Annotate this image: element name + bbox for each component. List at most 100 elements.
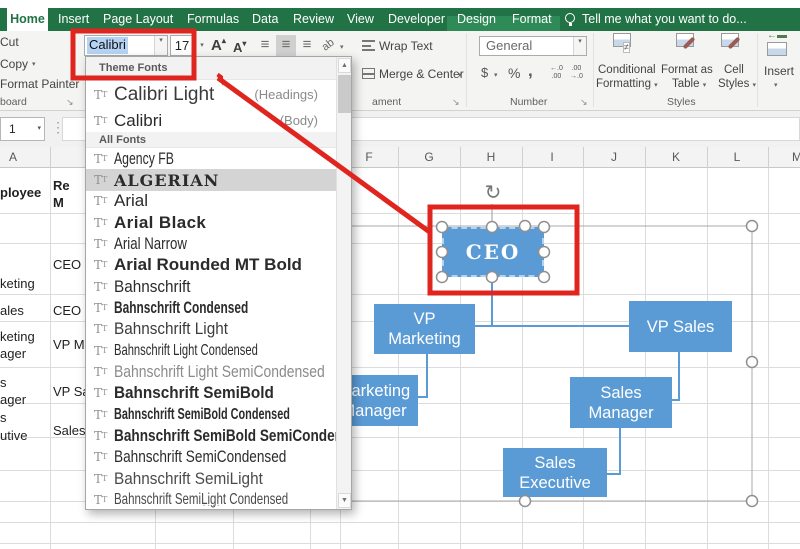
cell-styles-icon [721, 33, 741, 50]
increase-decimal-button[interactable]: ←.0.00 [550, 65, 563, 81]
decrease-font-size-button[interactable]: A▾ [233, 39, 246, 55]
font-item-bahnschrift-light-condensed[interactable]: TT Bahnschrift Light Condensed [86, 340, 338, 361]
tab-data[interactable]: Data [252, 12, 278, 26]
tab-review[interactable]: Review [293, 12, 334, 26]
org-node-vp-marketing[interactable]: VP Marketing [374, 304, 475, 354]
truetype-icon: TT [94, 407, 108, 422]
dialog-launcher-icon[interactable]: ↘ [66, 97, 74, 108]
orientation-button[interactable]: ab [320, 37, 337, 54]
org-node-sales-executive[interactable]: Sales Executive [503, 448, 607, 497]
percent-style-button[interactable]: % [508, 65, 520, 81]
number-format-value: General [486, 38, 533, 53]
font-item-algerian[interactable]: TT ALGERIAN [86, 169, 338, 191]
cut-button[interactable]: Cut [0, 35, 19, 49]
font-item-bahnschrift-semibold-condensed[interactable]: TT Bahnschrift SemiBold Condensed [86, 404, 338, 425]
clipboard-group-label: board [0, 96, 27, 108]
align-middle-button[interactable]: ≡ [276, 35, 296, 56]
tab-formulas[interactable]: Formulas [187, 12, 239, 26]
copy-button[interactable]: Copy [0, 57, 28, 71]
font-item-bahnschrift-semibold[interactable]: TT Bahnschrift SemiBold [86, 383, 338, 404]
name-box[interactable]: 1 ▾ [0, 117, 45, 141]
tab-format[interactable]: Format [512, 12, 552, 26]
font-item-bahnschrift-semicondensed[interactable]: TT Bahnschrift SemiCondensed [86, 447, 338, 468]
column-header-a[interactable]: A [9, 150, 17, 164]
font-item-bahnschrift[interactable]: TT Bahnschrift [86, 276, 338, 297]
truetype-icon: TT [94, 237, 108, 252]
format-as-table-button-line2[interactable]: Table ▾ [672, 78, 706, 90]
font-name-combobox[interactable]: Calibri ▾ [84, 35, 168, 56]
comma-style-button[interactable]: , [528, 61, 533, 81]
chevron-down-icon[interactable]: ▾ [573, 37, 586, 55]
column-header-m[interactable]: M [792, 150, 800, 164]
increase-font-size-button[interactable]: A▴ [211, 36, 226, 54]
font-item-arial-narrow[interactable]: TT Arial Narrow [86, 233, 338, 254]
font-size-combobox[interactable]: 17 [170, 35, 194, 56]
conditional-formatting-button-line2[interactable]: Formatting ▾ [596, 78, 658, 90]
truetype-icon: TT [94, 450, 108, 465]
org-node-sales-manager[interactable]: Sales Manager [570, 377, 672, 428]
wrap-text-button[interactable]: Wrap Text [379, 39, 433, 53]
font-size-value: 17 [174, 38, 190, 53]
truetype-icon: TT [94, 194, 108, 209]
scrollbar-thumb[interactable] [338, 75, 351, 113]
font-item-bahnschrift-condensed[interactable]: TT Bahnschrift Condensed [86, 297, 338, 318]
decrease-decimal-button[interactable]: .00 →.0 [570, 65, 583, 81]
dropdown-resize-grip[interactable]: ∙∙∙∙ [86, 501, 338, 511]
rotate-handle-icon[interactable]: ↻ [482, 182, 504, 204]
conditional-formatting-button[interactable]: Conditional [598, 64, 656, 76]
format-painter-button[interactable]: Format Painter [0, 77, 79, 91]
chevron-down-icon[interactable]: ▾ [154, 36, 167, 55]
truetype-icon: TT [94, 386, 108, 401]
theme-fonts-header: Theme Fonts [86, 57, 338, 80]
font-item-bahnschrift-light-semicondensed[interactable]: TT Bahnschrift Light SemiCondensed [86, 361, 338, 382]
cell-styles-button-line2[interactable]: Styles ▾ [718, 78, 756, 90]
dialog-launcher-icon[interactable]: ↘ [452, 97, 460, 108]
lightbulb-icon [565, 13, 575, 26]
dropdown-scrollbar[interactable]: ▲ ▼ [336, 57, 351, 509]
font-item-calibri-light[interactable]: TT Calibri Light (Headings) [86, 80, 338, 109]
org-node-vp-sales[interactable]: VP Sales [629, 301, 732, 352]
font-item-bahnschrift-semilight[interactable]: TT Bahnschrift SemiLight [86, 468, 338, 489]
column-header-l[interactable]: L [734, 150, 741, 164]
font-size-dropdown-icon[interactable]: ▾ [196, 35, 208, 56]
font-item-arial-rounded[interactable]: TT Arial Rounded MT Bold [86, 255, 338, 276]
tab-home[interactable]: Home [7, 8, 48, 31]
column-header-f[interactable]: F [365, 150, 372, 164]
cell-styles-button[interactable]: Cell [724, 64, 744, 76]
chevron-down-icon: ▾ [340, 44, 344, 51]
column-header-h[interactable]: H [487, 150, 496, 164]
column-header-g[interactable]: G [424, 150, 433, 164]
font-item-arial-black[interactable]: TT Arial Black [86, 212, 338, 233]
accounting-format-button[interactable]: $ [481, 65, 488, 80]
chevron-down-icon[interactable]: ▾ [37, 118, 41, 140]
number-format-combobox[interactable]: General ▾ [479, 36, 587, 56]
dialog-launcher-icon[interactable]: ↘ [580, 97, 588, 108]
scroll-up-icon[interactable]: ▲ [338, 58, 351, 73]
align-bottom-button[interactable]: ≡ [297, 35, 317, 56]
tab-page-layout[interactable]: Page Layout [103, 12, 173, 26]
format-as-table-icon [676, 33, 696, 50]
column-header-i[interactable]: I [550, 150, 553, 164]
tab-view[interactable]: View [347, 12, 374, 26]
align-top-button[interactable]: ≡ [255, 35, 275, 56]
font-item-bahnschrift-light[interactable]: TT Bahnschrift Light [86, 319, 338, 340]
truetype-icon: TT [94, 258, 108, 273]
font-item-calibri[interactable]: TT Calibri (Body) [86, 109, 338, 132]
insert-cells-button[interactable]: Insert [764, 64, 794, 78]
merge-center-button[interactable]: Merge & Center [379, 67, 464, 81]
alignment-group-label: ament [372, 96, 402, 108]
tab-developer[interactable]: Developer [388, 12, 445, 26]
tell-me-box[interactable]: Tell me what you want to do... [582, 12, 747, 26]
scroll-down-icon[interactable]: ▼ [338, 493, 351, 508]
group-separator [593, 33, 594, 107]
font-item-bahnschrift-semibold-semicondensed[interactable]: TT Bahnschrift SemiBold SemiConden [86, 425, 343, 446]
format-as-table-button[interactable]: Format as [661, 64, 713, 76]
tab-insert[interactable]: Insert [58, 12, 89, 26]
tab-design[interactable]: Design [457, 12, 496, 26]
column-header-j[interactable]: J [611, 150, 617, 164]
font-item-arial[interactable]: TT Arial [86, 191, 338, 212]
chevron-down-icon: ▾ [774, 82, 778, 89]
org-node-ceo[interactable]: CEO [442, 227, 544, 277]
column-header-k[interactable]: K [672, 150, 680, 164]
font-item-agency-fb[interactable]: TT Agency FB [86, 148, 338, 169]
